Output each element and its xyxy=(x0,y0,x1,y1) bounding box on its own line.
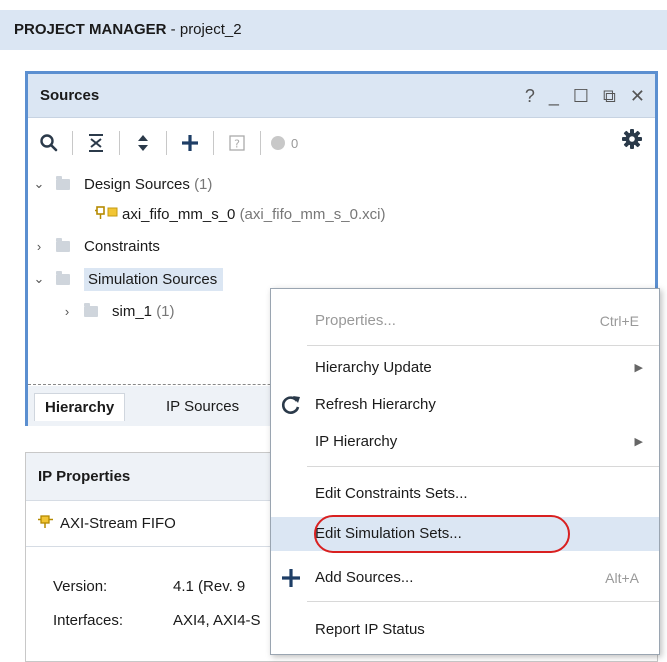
menu-item-report-ip-status[interactable]: Report IP Status xyxy=(271,613,659,647)
ip-core-file: (axi_fifo_mm_s_0.xci) xyxy=(239,205,386,223)
chevron-down-icon[interactable]: ⌄ xyxy=(32,271,46,287)
folder-icon xyxy=(56,237,70,252)
report-ip-status-label: Report IP Status xyxy=(315,621,425,638)
sim-1-label: sim_1 xyxy=(112,302,153,320)
minimize-icon[interactable]: _ xyxy=(549,86,559,107)
tab-ip-sources[interactable]: IP Sources xyxy=(156,393,249,421)
menu-item-refresh-hierarchy[interactable]: Refresh Hierarchy xyxy=(271,388,659,422)
design-sources-count: (1) xyxy=(194,175,213,193)
version-label: Version: xyxy=(53,578,108,595)
context-menu: Properties... Ctrl+E Hierarchy Update ▶ … xyxy=(270,288,660,655)
design-sources-label: Design Sources xyxy=(84,175,190,193)
menu-item-ip-hierarchy[interactable]: IP Hierarchy ▶ xyxy=(271,425,659,459)
ip-core-icon xyxy=(94,204,122,224)
maximize-icon[interactable]: ☐ xyxy=(573,86,589,107)
svg-text:?: ? xyxy=(234,138,240,151)
constraints-label: Constraints xyxy=(84,237,160,255)
refresh-icon xyxy=(279,393,303,417)
panel-controls: ? _ ☐ ⧉ ✕ xyxy=(525,74,645,118)
edit-constraints-sets-label: Edit Constraints Sets... xyxy=(315,485,468,502)
header-project-name: - project_2 xyxy=(166,21,242,38)
highlight-ellipse xyxy=(314,515,570,553)
ip-core-label: axi_fifo_mm_s_0 xyxy=(122,205,236,223)
status-count-value: 0 xyxy=(291,135,299,151)
interfaces-label: Interfaces: xyxy=(53,612,124,629)
folder-icon xyxy=(84,302,98,317)
status-count[interactable]: 0 xyxy=(271,136,298,151)
menu-divider xyxy=(307,466,659,467)
expand-all-icon[interactable] xyxy=(128,128,158,158)
chevron-right-icon[interactable]: › xyxy=(32,239,46,254)
float-icon[interactable]: ⧉ xyxy=(603,86,616,107)
sim-1-count: (1) xyxy=(156,302,175,320)
version-value: 4.1 (Rev. 9 xyxy=(173,578,246,595)
ip-hierarchy-label: IP Hierarchy xyxy=(315,433,398,450)
tree-item-constraints[interactable]: › Constraints xyxy=(32,230,160,262)
folder-icon xyxy=(56,175,70,190)
tree-item-ip-core[interactable]: axi_fifo_mm_s_0 (axi_fifo_mm_s_0.xci) xyxy=(94,198,385,230)
ip-core-icon xyxy=(38,513,54,533)
ip-name: AXI-Stream FIFO xyxy=(60,514,176,532)
status-dot-icon xyxy=(271,136,285,150)
gear-icon[interactable] xyxy=(621,128,643,154)
menu-item-add-sources[interactable]: Add Sources... Alt+A xyxy=(271,561,659,595)
add-sources-label: Add Sources... xyxy=(315,569,414,586)
menu-divider xyxy=(307,345,659,346)
search-icon[interactable] xyxy=(34,128,64,158)
chevron-down-icon[interactable]: ⌄ xyxy=(32,176,46,192)
simulation-sources-label: Simulation Sources xyxy=(84,267,224,291)
toolbar-divider xyxy=(119,131,120,155)
toolbar-divider xyxy=(166,131,167,155)
unknown-status-icon[interactable]: ? xyxy=(222,128,252,158)
sources-titlebar: Sources ? _ ☐ ⧉ ✕ xyxy=(28,74,655,118)
tree-item-design-sources[interactable]: ⌄ Design Sources (1) xyxy=(32,168,212,200)
project-manager-header: PROJECT MANAGER - project_2 xyxy=(0,10,667,50)
chevron-right-icon[interactable]: › xyxy=(60,304,74,319)
menu-item-edit-constraints-sets[interactable]: Edit Constraints Sets... xyxy=(271,477,659,511)
tab-hierarchy[interactable]: Hierarchy xyxy=(34,393,126,421)
tree-item-simulation-sources[interactable]: ⌄ Simulation Sources xyxy=(32,263,224,295)
sources-title: Sources xyxy=(40,87,100,104)
menu-item-hierarchy-update[interactable]: Hierarchy Update ▶ xyxy=(271,351,659,385)
submenu-arrow-icon: ▶ xyxy=(634,362,643,374)
add-sources-icon[interactable] xyxy=(175,128,205,158)
header-title: PROJECT MANAGER xyxy=(14,21,167,38)
collapse-all-icon[interactable] xyxy=(81,128,111,158)
properties-shortcut: Ctrl+E xyxy=(599,313,639,329)
help-icon[interactable]: ? xyxy=(525,86,535,107)
tree-item-sim-1[interactable]: › sim_1 (1) xyxy=(60,295,175,327)
add-sources-shortcut: Alt+A xyxy=(605,570,639,586)
properties-label: Properties... xyxy=(315,312,396,329)
close-icon[interactable]: ✕ xyxy=(630,86,645,107)
menu-icon-gutter xyxy=(271,289,307,654)
sources-toolbar: ? 0 xyxy=(28,118,655,168)
hierarchy-update-label: Hierarchy Update xyxy=(315,359,432,376)
toolbar-divider xyxy=(260,131,261,155)
add-icon xyxy=(279,566,303,590)
toolbar-divider xyxy=(72,131,73,155)
ip-name-row: AXI-Stream FIFO xyxy=(38,513,176,533)
refresh-hierarchy-label: Refresh Hierarchy xyxy=(315,396,436,413)
folder-icon xyxy=(56,270,70,285)
submenu-arrow-icon: ▶ xyxy=(634,436,643,448)
menu-item-properties[interactable]: Properties... Ctrl+E xyxy=(271,304,659,338)
interfaces-value: AXI4, AXI4-S xyxy=(173,612,261,629)
toolbar-divider xyxy=(213,131,214,155)
menu-divider xyxy=(307,601,659,602)
